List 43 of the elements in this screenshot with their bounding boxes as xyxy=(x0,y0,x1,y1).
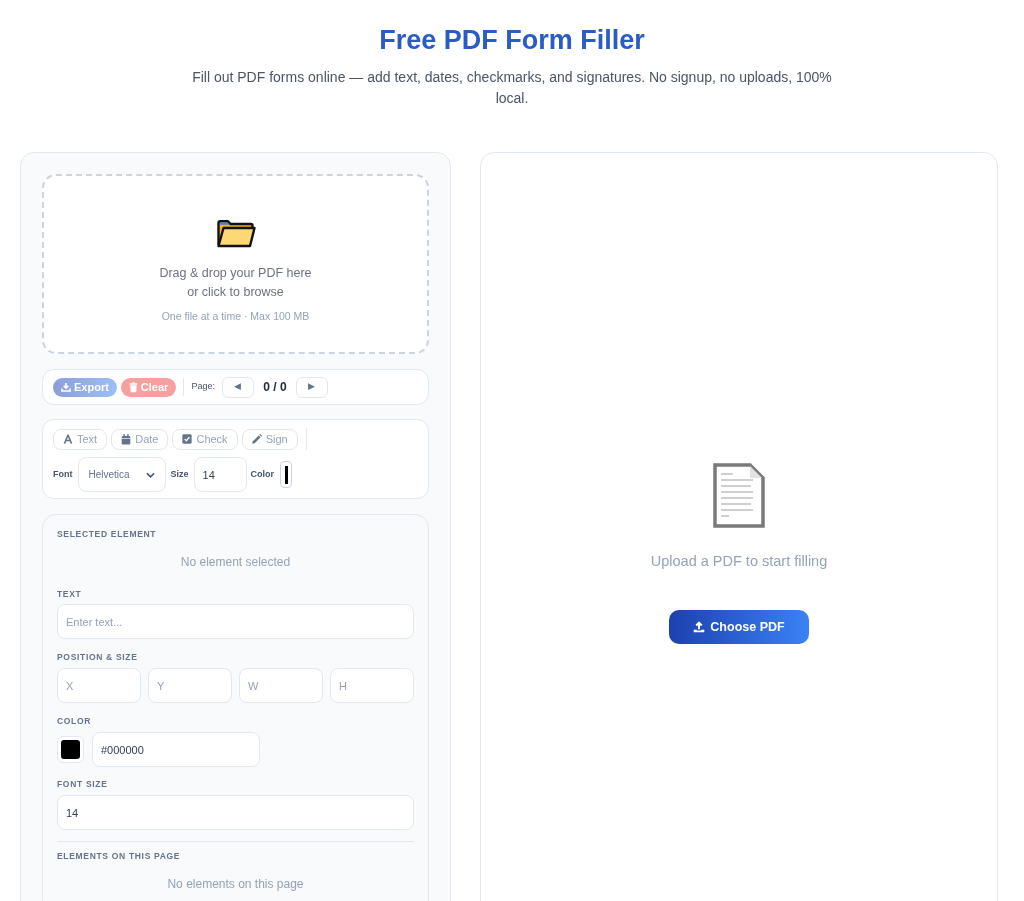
font-label: Font xyxy=(53,467,73,481)
section-label: SELECTED ELEMENT xyxy=(57,528,158,540)
download-icon xyxy=(61,382,71,392)
folder-icon xyxy=(215,218,256,249)
hex-color-input[interactable]: #000000 xyxy=(92,732,260,767)
position-size-input[interactable]: X xyxy=(57,668,141,703)
browse-prompt: or click to browse xyxy=(187,284,284,301)
section-label: POSITION & SIZE xyxy=(57,651,139,663)
calendar-icon xyxy=(121,433,132,445)
page-subtitle: Fill out PDF forms online — add text, dates, checkmarks, and signatures. No signup, no uploads, 100% local. xyxy=(191,68,833,108)
page-counter: 0 / 0 xyxy=(262,379,288,396)
choose-pdf-button[interactable]: Choose PDF xyxy=(669,610,809,644)
pencil-icon xyxy=(251,434,262,444)
position-size-input[interactable]: W xyxy=(239,668,323,703)
position-size-input[interactable]: Y xyxy=(148,668,232,703)
position-size-input[interactable]: H xyxy=(330,668,414,703)
text-input[interactable]: Enter text... xyxy=(57,604,414,639)
letter-a-icon xyxy=(63,434,73,444)
next-page-button[interactable]: ▶ xyxy=(295,376,328,398)
font-size-input[interactable]: 14 xyxy=(57,795,414,830)
previous-page-button[interactable]: ◀ xyxy=(221,376,254,398)
trash-icon xyxy=(128,381,138,393)
size-label: Size xyxy=(170,467,189,481)
empty-selection-message: No element selected xyxy=(179,554,292,571)
section-label: COLOR xyxy=(57,715,93,727)
drop-prompt: Drag & drop your PDF here xyxy=(159,265,312,282)
font-select[interactable]: Helvetica xyxy=(77,457,166,492)
empty-elements-message: No elements on this page xyxy=(166,876,305,893)
page-title: Free PDF Form Filler xyxy=(379,24,645,57)
chevron-down-icon xyxy=(145,471,155,478)
font-size-input[interactable]: 14 xyxy=(193,457,247,492)
section-label: ELEMENTS ON THIS PAGE xyxy=(57,850,182,862)
color-picker[interactable] xyxy=(280,461,292,488)
document-icon xyxy=(713,463,765,528)
drop-zone[interactable]: Drag & drop your PDF here or click to browse One file at a time · Max 100 MB xyxy=(42,174,429,354)
upload-icon xyxy=(693,621,706,633)
color-label: Color xyxy=(250,467,274,481)
section-label: FONT SIZE xyxy=(57,778,109,790)
page-label: Page: xyxy=(191,380,215,394)
checkbox-icon xyxy=(182,434,193,444)
section-label: TEXT xyxy=(57,588,83,600)
file-limit-hint: One file at a time · Max 100 MB xyxy=(161,309,310,323)
empty-preview-message: Upload a PDF to start filling xyxy=(650,552,828,571)
